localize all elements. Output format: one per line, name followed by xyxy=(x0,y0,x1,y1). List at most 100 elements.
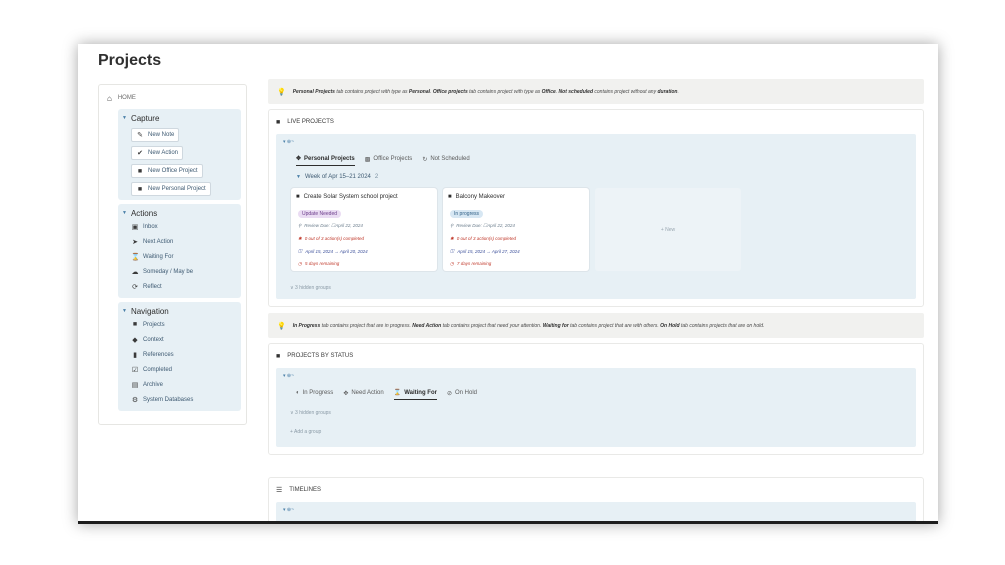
folder-icon: ■ xyxy=(276,118,281,126)
actions-text: 0 out of 3 action(s) completed xyxy=(304,236,365,242)
live-projects-board: ▾ ⊕~ ✥ Personal Projects ▩ Office Projec… xyxy=(276,134,916,299)
archive-icon: ▤ xyxy=(131,381,139,389)
calendar-icon: ◫ xyxy=(450,248,455,254)
sidebar-item-label: Someday / May be xyxy=(143,268,194,275)
refresh-icon: ↻ xyxy=(422,156,428,163)
review-due: ⚲ Review Due: ☐April 22, 2024 xyxy=(448,220,584,233)
gear-icon: ⚙ xyxy=(131,396,139,404)
tab-personal-projects[interactable]: ✥ Personal Projects xyxy=(296,152,355,166)
tab-label: Need Action xyxy=(351,390,384,396)
card-title-text: Balcony Makeover xyxy=(455,194,505,200)
actions-progress: ✱ 0 out of 3 action(s) completed xyxy=(296,233,432,246)
hidden-groups-toggle[interactable]: ∨ 3 hidden groups xyxy=(290,285,909,294)
remaining-text: 7 days remaining xyxy=(456,261,492,267)
sidebar: ⌂ HOME ▼ Capture ✎ New Note ✔ New Action… xyxy=(98,84,247,425)
new-personal-project-button[interactable]: ■ New Personal Project xyxy=(131,182,211,196)
sidebar-item-system-databases[interactable]: ⚙ System Databases xyxy=(131,392,237,407)
sidebar-item-label: System Databases xyxy=(143,396,194,403)
reflect-icon: ⟳ xyxy=(132,283,138,291)
section-title: LIVE PROJECTS xyxy=(287,119,334,125)
callout-live-projects: 💡 Personal Projects tab contains project… xyxy=(268,79,924,104)
capture-group: ▼ Capture ✎ New Note ✔ New Action ■ New … xyxy=(118,109,241,200)
home-link[interactable]: ⌂ HOME xyxy=(107,91,240,105)
sidebar-item-inbox[interactable]: ▣ Inbox xyxy=(131,219,237,234)
home-icon: ⌂ xyxy=(107,93,112,103)
arrow-circle-icon: ➤ xyxy=(132,238,138,246)
remaining-text: 5 days remaining xyxy=(304,261,340,267)
week-group-toggle[interactable]: ▼ Week of Apr 15–21 2024 2 xyxy=(296,172,909,182)
timelines-heading: ☰ TIMELINES xyxy=(276,484,916,496)
tab-not-scheduled[interactable]: ↻ Not Scheduled xyxy=(422,152,469,166)
view-toggle[interactable]: ▾ ⊕~ xyxy=(283,507,909,516)
new-office-project-button[interactable]: ■ New Office Project xyxy=(131,164,203,178)
new-note-label: New Note xyxy=(148,132,175,138)
hourglass-icon: ⌛ xyxy=(131,253,140,261)
hidden-groups-toggle[interactable]: ∨ 3 hidden groups xyxy=(290,410,909,419)
add-group-button[interactable]: + Add a group xyxy=(290,429,909,438)
group-label: Week of Apr 15–21 2024 xyxy=(304,174,371,180)
tab-label: On Hold xyxy=(455,390,478,396)
edit-icon: ✎ xyxy=(137,132,143,139)
page-frame: Projects ⌂ HOME ▼ Capture ✎ New Note ✔ N… xyxy=(78,44,938,524)
folder-icon: ■ xyxy=(137,185,143,193)
tab-label: Personal Projects xyxy=(304,155,355,162)
project-card[interactable]: ■ Create Solar System school project Upd… xyxy=(291,188,437,271)
date-text: April 15, 2024 → April 27, 2024 xyxy=(457,248,520,254)
sidebar-item-someday[interactable]: ☁ Someday / May be xyxy=(131,264,237,279)
navigation-group: ▼ Navigation ■ Projects ◆ Context ▮ Refe… xyxy=(118,302,241,411)
sidebar-item-next-action[interactable]: ➤ Next Action xyxy=(131,234,237,249)
pin-icon: ✱ xyxy=(450,235,454,241)
timelines-board: ▾ ⊕~ xyxy=(276,502,916,521)
cloud-icon: ☁ xyxy=(131,268,139,276)
new-action-button[interactable]: ✔ New Action xyxy=(131,146,184,160)
new-note-button[interactable]: ✎ New Note xyxy=(131,128,180,142)
sidebar-item-completed[interactable]: ☑ Completed xyxy=(131,362,237,377)
tab-office-projects[interactable]: ▩ Office Projects xyxy=(365,152,413,166)
home-label: HOME xyxy=(117,95,136,101)
sidebar-item-projects[interactable]: ■ Projects xyxy=(131,317,237,332)
actions-group: ▼ Actions ▣ Inbox ➤ Next Action ⌛ Waitin… xyxy=(118,204,241,298)
folder-icon: ■ xyxy=(132,321,138,328)
tab-label: Not Scheduled xyxy=(430,156,470,162)
folder-icon: ■ xyxy=(276,352,281,360)
search-icon: ⚲ xyxy=(450,223,454,229)
sidebar-item-label: Inbox xyxy=(143,223,158,230)
caret-down-icon: ▼ xyxy=(296,174,301,180)
callout-text: In Progress tab contains project that ar… xyxy=(292,322,765,329)
callout-text: Personal Projects tab contains project w… xyxy=(292,88,679,95)
caret-down-icon: ▼ xyxy=(122,308,127,314)
navigation-toggle[interactable]: ▼ Navigation xyxy=(122,305,237,317)
group-count: 2 xyxy=(374,174,379,180)
view-toggle[interactable]: ▾ ⊕~ xyxy=(283,139,909,148)
tab-on-hold[interactable]: ⊘ On Hold xyxy=(447,386,477,400)
review-text: Review Due: ☐April 22, 2024 xyxy=(456,223,515,229)
status-badge: In progress xyxy=(450,210,484,218)
caret-down-icon: ▼ xyxy=(122,210,127,216)
tab-need-action[interactable]: ✥ Need Action xyxy=(343,386,383,400)
tab-label: Waiting For xyxy=(404,389,437,396)
sidebar-item-context[interactable]: ◆ Context xyxy=(131,332,237,347)
card-title-text: Create Solar System school project xyxy=(303,194,398,200)
live-projects-heading: ■ LIVE PROJECTS xyxy=(276,116,916,128)
sidebar-item-archive[interactable]: ▤ Archive xyxy=(131,377,237,392)
timeline-icon: ☰ xyxy=(276,487,283,494)
lightbulb-icon: 💡 xyxy=(277,322,286,330)
new-office-project-label: New Office Project xyxy=(148,168,198,174)
new-card-button[interactable]: + New xyxy=(595,188,741,271)
capture-toggle[interactable]: ▼ Capture xyxy=(122,112,237,124)
sidebar-item-references[interactable]: ▮ References xyxy=(131,347,237,362)
projects-by-status-heading: ■ PROJECTS BY STATUS xyxy=(276,350,916,362)
actions-toggle[interactable]: ▼ Actions xyxy=(122,207,237,219)
sidebar-item-waiting-for[interactable]: ⌛ Waiting For xyxy=(131,249,237,264)
view-toggle[interactable]: ▾ ⊕~ xyxy=(283,373,909,382)
folder-icon: ■ xyxy=(296,194,300,200)
review-due: ⚲ Review Due: ☐April 22, 2024 xyxy=(296,220,432,233)
review-text: Review Due: ☐April 22, 2024 xyxy=(304,223,363,229)
tab-waiting-for[interactable]: ⌛ Waiting For xyxy=(393,386,437,400)
sidebar-item-reflect[interactable]: ⟳ Reflect xyxy=(131,279,237,294)
date-text: April 15, 2024 → April 20, 2024 xyxy=(305,248,368,254)
progress-icon: ◐ xyxy=(296,390,300,396)
tab-in-progress[interactable]: ◐ In Progress xyxy=(296,386,333,400)
new-personal-project-label: New Personal Project xyxy=(148,186,206,192)
project-card[interactable]: ■ Balcony Makeover In progress ⚲ Review D… xyxy=(443,188,589,271)
